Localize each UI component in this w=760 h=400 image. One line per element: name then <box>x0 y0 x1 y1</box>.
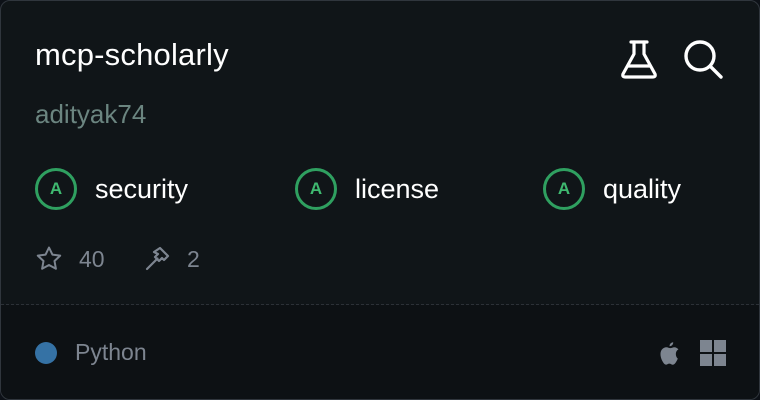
quality-grade-badge: A <box>543 168 585 210</box>
hammer-icon <box>143 245 171 273</box>
search-icon[interactable] <box>681 37 725 81</box>
license-grade-label: license <box>355 173 440 204</box>
license-grade: A license <box>295 166 439 212</box>
security-grade-label: security <box>95 173 189 204</box>
author-name[interactable]: adityak74 <box>35 99 146 130</box>
tools-count: 2 <box>187 245 200 272</box>
security-grade: A security <box>35 166 188 212</box>
stars-stat: 40 <box>35 244 105 274</box>
windows-icon <box>699 339 727 367</box>
tools-stat: 2 <box>143 244 200 274</box>
license-grade-badge: A <box>295 168 337 210</box>
security-grade-badge: A <box>35 168 77 210</box>
server-card[interactable]: mcp-scholarly adityak74 A security A lic… <box>0 0 760 400</box>
apple-icon <box>655 339 683 367</box>
star-icon <box>35 245 63 273</box>
quality-grade: A quality <box>543 166 681 212</box>
language-name: Python <box>75 339 147 365</box>
server-name[interactable]: mcp-scholarly <box>35 37 229 73</box>
stars-count: 40 <box>79 245 105 272</box>
flask-icon[interactable] <box>617 37 661 81</box>
quality-grade-label: quality <box>603 173 682 204</box>
language-color-dot <box>35 342 57 364</box>
